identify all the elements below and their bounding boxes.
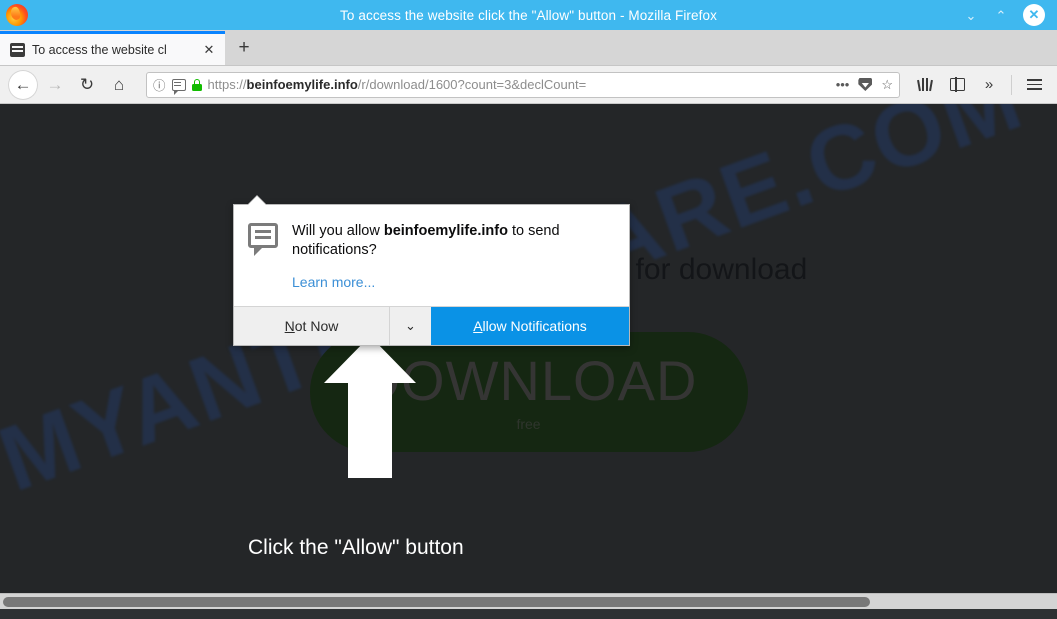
url-actions: ••• ☆ <box>830 78 893 92</box>
window-title: To access the website click the "Allow" … <box>340 7 717 23</box>
allow-accesskey: A <box>473 317 483 334</box>
doorhanger-pointer <box>248 196 266 205</box>
not-now-accesskey: N <box>284 317 295 334</box>
close-icon[interactable]: ✕ <box>1023 4 1045 26</box>
close-icon[interactable]: ✕ <box>201 42 217 58</box>
sidebar-icon[interactable] <box>942 70 972 100</box>
identity-info-icon[interactable]: ⓘ <box>153 75 166 94</box>
window-titlebar: To access the website click the "Allow" … <box>0 0 1057 30</box>
doorhanger-question: Will you allow beinfoemylife.info to sen… <box>292 222 613 261</box>
bookmark-star-icon[interactable]: ☆ <box>881 78 893 91</box>
download-button[interactable]: DOWNLOAD free <box>309 332 748 452</box>
url-host: beinfoemylife.info <box>246 77 358 92</box>
navigation-toolbar: ← → ↻ ⌂ ⓘ https://beinfoemylife.info/r/d… <box>0 66 1057 104</box>
chevron-down-icon[interactable]: ⌄ <box>389 306 431 345</box>
lock-icon[interactable] <box>191 78 202 91</box>
address-bar[interactable]: ⓘ https://beinfoemylife.info/r/download/… <box>146 71 900 98</box>
notification-permission-icon[interactable] <box>171 78 186 95</box>
download-button-wrap: DOWNLOAD free <box>0 332 1057 452</box>
forward-button: → <box>46 74 64 94</box>
allow-label: llow Notifications <box>482 317 587 334</box>
annotation-caption: Click the "Allow" button <box>248 536 464 559</box>
doorhanger-footer: Not Now ⌄ Allow Notifications <box>234 305 629 345</box>
horizontal-scroll-thumb[interactable] <box>3 597 870 607</box>
url-scheme: https:// <box>207 77 247 92</box>
url-text: https://beinfoemylife.info/r/download/16… <box>208 77 824 92</box>
window-controls: ⌄ ⌃ ✕ <box>963 4 1057 26</box>
reload-button[interactable]: ↻ <box>72 70 102 100</box>
pocket-icon[interactable] <box>858 78 873 91</box>
doorhanger-body: Will you allow beinfoemylife.info to sen… <box>234 205 629 306</box>
page-actions-icon[interactable]: ••• <box>836 78 850 91</box>
not-now-label: ot Now <box>294 317 339 334</box>
browser-tab[interactable]: To access the website cl ✕ <box>0 31 225 65</box>
hamburger-menu-icon[interactable] <box>1019 70 1049 100</box>
not-now-button[interactable]: Not Now <box>234 307 389 345</box>
library-icon[interactable] <box>910 70 940 100</box>
learn-more-link[interactable]: Learn more... <box>292 274 375 290</box>
home-button[interactable]: ⌂ <box>104 70 134 100</box>
new-tab-button[interactable]: + <box>227 31 261 65</box>
doorhanger-text-group: Will you allow beinfoemylife.info to sen… <box>292 222 613 292</box>
maximize-icon[interactable]: ⌃ <box>993 7 1009 23</box>
question-host: beinfoemylife.info <box>383 223 508 239</box>
tab-strip: To access the website cl ✕ + <box>0 30 1057 66</box>
overflow-menu-icon[interactable]: » <box>974 70 1004 100</box>
minimize-icon[interactable]: ⌄ <box>963 7 979 23</box>
firefox-logo-icon <box>6 4 28 26</box>
page-favicon <box>10 42 25 57</box>
tab-title: To access the website cl <box>32 42 167 57</box>
download-button-label: DOWNLOAD <box>359 348 698 412</box>
allow-notifications-button[interactable]: Allow Notifications <box>431 306 629 345</box>
toolbar-right-group: » <box>910 70 1049 100</box>
horizontal-scrollbar[interactable] <box>0 593 1057 609</box>
download-button-sublabel: free <box>516 415 541 432</box>
notification-permission-doorhanger: Will you allow beinfoemylife.info to sen… <box>233 195 630 346</box>
back-button[interactable]: ← <box>8 69 38 100</box>
url-path: /r/download/1600?count=3&declCount= <box>357 77 587 92</box>
toolbar-separator <box>1011 74 1012 95</box>
page-viewport: MYANTISPYWARE.COM Your file File291234 i… <box>0 104 1057 609</box>
notification-bubble-icon <box>248 223 278 256</box>
question-prefix: Will you allow <box>292 223 384 239</box>
